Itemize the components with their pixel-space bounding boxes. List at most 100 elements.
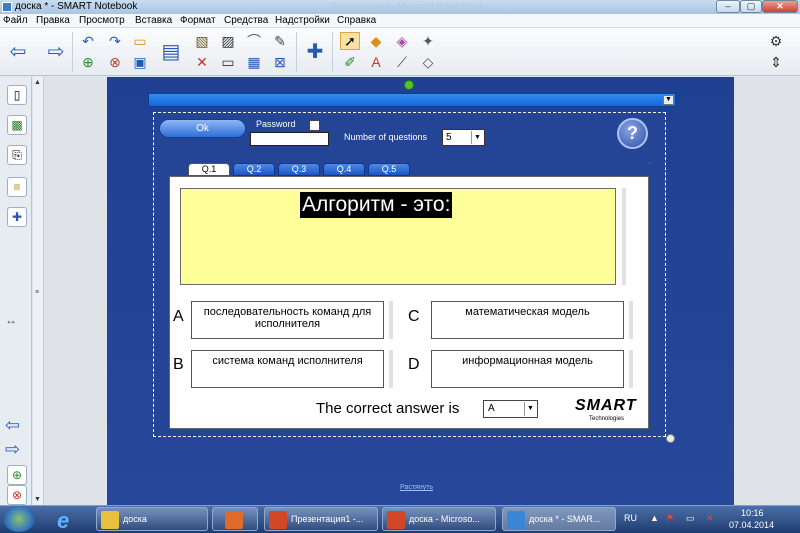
minimize-button[interactable]: –	[716, 0, 740, 13]
clear-icon[interactable]: ⌒	[244, 32, 264, 50]
attachments-icon[interactable]: ⎘	[7, 145, 27, 165]
answer-letter-a: A	[173, 308, 184, 325]
chevron-down-icon[interactable]: ▼	[524, 402, 536, 416]
pen-tool-icon[interactable]: ✎	[270, 32, 290, 50]
rotate-handle[interactable]	[404, 80, 414, 90]
paste-icon[interactable]: ▧	[192, 32, 212, 50]
menu-tools[interactable]: Средства	[224, 15, 268, 26]
pens-icon[interactable]: ✐	[340, 53, 360, 71]
smart-notebook-icon	[507, 511, 525, 529]
clock-time[interactable]: 10:16	[741, 508, 764, 518]
line-icon[interactable]: ⟋	[392, 53, 412, 71]
tab-q3[interactable]: Q.3	[278, 163, 320, 176]
add-ons-panel-icon[interactable]: ✚	[7, 207, 27, 227]
back-arrow-icon[interactable]: ⇦	[5, 39, 31, 65]
taskbar-item-smart[interactable]: доска * - SMAR...	[502, 507, 616, 531]
tab-q2[interactable]: Q.2	[233, 163, 275, 176]
undo-icon[interactable]: ↶	[78, 32, 98, 50]
answer-c-scrollbar[interactable]	[629, 301, 633, 339]
menu-insert[interactable]: Вставка	[135, 15, 172, 26]
table-icon[interactable]: ▦	[244, 53, 264, 71]
stretch-link[interactable]: Растянуть	[400, 484, 433, 491]
settings-icon[interactable]: ⚙	[766, 32, 786, 50]
taskbar-item-explorer[interactable]: доска	[96, 507, 208, 531]
fill-icon[interactable]: ◆	[366, 32, 386, 50]
screen-share-icon[interactable]: ▤	[158, 39, 184, 65]
resize-handle[interactable]	[666, 434, 675, 443]
select-arrow-icon[interactable]: ➚	[340, 32, 360, 50]
clock-date[interactable]: 07.04.2014	[729, 520, 774, 530]
question-scrollbar[interactable]	[622, 188, 626, 285]
menu-file[interactable]: Файл	[3, 15, 28, 26]
menu-format[interactable]: Формат	[180, 15, 216, 26]
delete-icon[interactable]: ✕	[192, 53, 212, 71]
chevron-down-icon[interactable]: ▼	[471, 131, 483, 144]
tab-q1[interactable]: Q.1	[188, 163, 230, 176]
delete-page-icon[interactable]: ⊗	[105, 53, 125, 71]
next-page-icon[interactable]: ⇨	[5, 439, 20, 460]
taskbar-item-powerpoint-1[interactable]: Презентация1 -...	[264, 507, 378, 531]
menu-addons[interactable]: Надстройки	[275, 15, 330, 26]
taskbar-ie-icon[interactable]: e	[46, 507, 88, 533]
screen-shade-icon[interactable]: ▭	[218, 53, 238, 71]
question-text[interactable]: Алгоритм - это:	[300, 192, 453, 218]
network-icon[interactable]: ▭	[686, 513, 695, 524]
page-sorter-icon[interactable]: ▯	[7, 85, 27, 105]
menu-view[interactable]: Просмотр	[79, 15, 125, 26]
redo-icon[interactable]: ↷	[105, 32, 125, 50]
vertical-scrollbar[interactable]: ▲ ≡ ▼	[33, 77, 44, 505]
tab-q5[interactable]: Q.5	[368, 163, 410, 176]
close-button[interactable]: ✕	[762, 0, 798, 13]
add-page-icon[interactable]: ⊕	[78, 53, 98, 71]
screen-capture-icon[interactable]: ▨	[218, 32, 238, 50]
scroll-grip-icon[interactable]: ≡	[35, 289, 39, 296]
magic-pen-icon[interactable]: ✦	[418, 32, 438, 50]
scroll-up-icon[interactable]: ▲	[34, 79, 41, 86]
answer-c-field[interactable]: математическая модель	[431, 301, 624, 339]
background-window-title: Презентация1 - Microsoft PowerPoint	[330, 1, 483, 11]
text-icon[interactable]: A	[366, 53, 386, 71]
menu-edit[interactable]: Правка	[36, 15, 70, 26]
maximize-button[interactable]: ▢	[740, 0, 762, 13]
object-bar[interactable]: ▼	[148, 93, 676, 107]
scroll-down-icon[interactable]: ▼	[34, 496, 41, 503]
expand-icon[interactable]: ⇕	[766, 53, 786, 71]
answer-d-field[interactable]: информационная модель	[431, 350, 624, 388]
tray-flag-icon[interactable]: ⚑	[666, 513, 674, 524]
number-of-questions-value: 5	[446, 132, 452, 143]
password-checkbox[interactable]	[309, 120, 320, 131]
help-button[interactable]: ?	[617, 118, 648, 149]
menu-help[interactable]: Справка	[337, 15, 376, 26]
language-indicator[interactable]: RU	[624, 513, 637, 523]
answer-a-scrollbar[interactable]	[389, 301, 393, 339]
start-button-icon[interactable]	[3, 506, 35, 532]
shape-eraser-icon[interactable]: ◇	[418, 53, 438, 71]
volume-icon[interactable]: ✕	[706, 513, 714, 524]
ok-button[interactable]: Ok	[159, 119, 246, 138]
forward-arrow-icon[interactable]: ⇨	[43, 39, 69, 65]
properties-icon[interactable]: ≡	[7, 177, 27, 197]
fullscreen-icon[interactable]: ⊠	[270, 53, 290, 71]
add-ons-icon[interactable]: ✚	[302, 39, 328, 65]
delete-page-side-icon[interactable]: ⊗	[7, 485, 27, 505]
answer-b-scrollbar[interactable]	[389, 350, 393, 388]
number-of-questions-select[interactable]: 5 ▼	[442, 129, 485, 146]
open-folder-icon[interactable]: ▭	[130, 32, 150, 50]
previous-page-icon[interactable]: ⇦	[5, 415, 20, 436]
answer-a-field[interactable]: последовательность команд для исполнител…	[191, 301, 384, 339]
taskbar-item-media[interactable]	[212, 507, 258, 531]
gallery-icon[interactable]: ▩	[7, 115, 27, 135]
answer-b-field[interactable]: система команд исполнителя	[191, 350, 384, 388]
password-input[interactable]	[250, 132, 329, 146]
add-page-side-icon[interactable]: ⊕	[7, 465, 27, 485]
object-menu-icon[interactable]: ▼	[663, 95, 674, 105]
taskbar-item-label: доска	[123, 514, 147, 524]
tab-q4[interactable]: Q.4	[323, 163, 365, 176]
answer-d-scrollbar[interactable]	[629, 350, 633, 388]
taskbar-item-powerpoint-2[interactable]: доска - Microso...	[382, 507, 496, 531]
save-icon[interactable]: ▣	[130, 53, 150, 71]
correct-answer-select[interactable]: A ▼	[483, 400, 538, 418]
eraser-icon[interactable]: ◈	[392, 32, 412, 50]
show-hidden-icons-icon[interactable]: ▲	[650, 513, 659, 523]
panel-move-icon[interactable]: ↔	[5, 313, 17, 327]
